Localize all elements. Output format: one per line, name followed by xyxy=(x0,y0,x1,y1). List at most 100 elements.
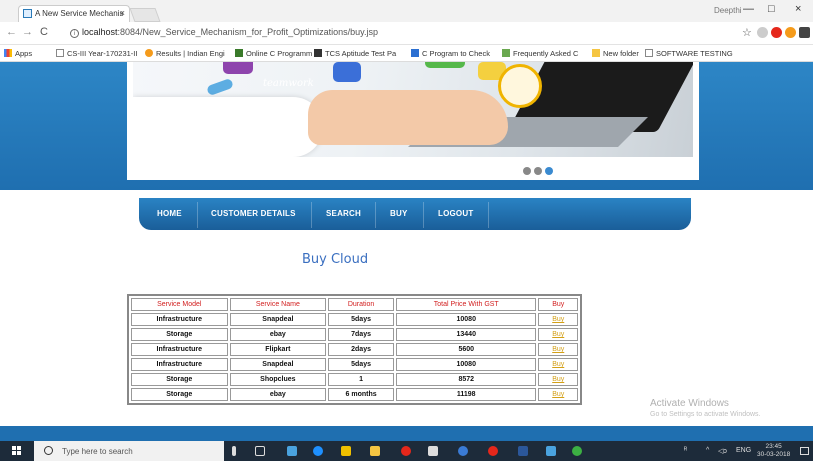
store-icon[interactable] xyxy=(341,446,351,456)
bookmark-item[interactable]: Frequently Asked C xyxy=(502,49,578,58)
tray-chevron-icon[interactable]: ^ xyxy=(706,447,709,454)
word-icon[interactable] xyxy=(518,446,528,456)
volume-icon[interactable]: ◁ɔ xyxy=(718,447,727,455)
buy-link[interactable]: Buy xyxy=(538,313,578,326)
page-favicon-icon xyxy=(23,9,32,18)
app-icon[interactable] xyxy=(546,446,556,456)
taskbar-search-placeholder: Type here to search xyxy=(62,447,133,456)
cell-duration: 7days xyxy=(328,328,394,341)
cell-total-price: 8572 xyxy=(396,373,537,386)
nav-home[interactable]: HOME xyxy=(157,209,182,218)
maximize-button[interactable]: □ xyxy=(768,3,775,15)
opera-icon[interactable] xyxy=(771,27,782,38)
app-icon[interactable] xyxy=(287,446,297,456)
faq-icon xyxy=(502,49,510,57)
nav-separator xyxy=(375,202,376,228)
taskbar-clock[interactable]: 23:45 30-03-2018 xyxy=(757,443,790,459)
banner-image: teamwork xyxy=(133,62,693,157)
cell-service-model: Storage xyxy=(131,328,228,341)
bookmark-item[interactable]: CS-III Year-170231-II xyxy=(56,49,137,58)
results-icon xyxy=(145,49,153,57)
bookmark-item[interactable]: C Program to Check xyxy=(411,49,490,58)
opera-icon[interactable] xyxy=(488,446,498,456)
app-icon[interactable] xyxy=(458,446,468,456)
language-indicator[interactable]: ENG xyxy=(736,447,751,454)
buy-link[interactable]: Buy xyxy=(538,343,578,356)
taskbar-search[interactable]: Type here to search xyxy=(34,441,224,461)
slider-dot-active[interactable] xyxy=(545,167,553,175)
microphone-icon[interactable] xyxy=(232,446,236,456)
browser-user-name[interactable]: Deepthi xyxy=(714,6,742,15)
extension-dark-icon[interactable] xyxy=(799,27,810,38)
cell-total-price: 10080 xyxy=(396,313,537,326)
activate-windows-title: Activate Windows xyxy=(650,398,729,409)
windows-taskbar: Type here to search ᴿ ^ ◁ɔ ENG 23:45 30-… xyxy=(0,441,813,461)
people-icon[interactable]: ᴿ xyxy=(684,447,687,454)
activate-windows-subtitle: Go to Settings to activate Windows. xyxy=(650,411,761,418)
nav-logout[interactable]: LOGOUT xyxy=(438,209,473,218)
cell-service-model: Infrastructure xyxy=(131,358,228,371)
column-header: Service Name xyxy=(229,298,327,311)
app-icon[interactable] xyxy=(572,446,582,456)
bookmark-item[interactable]: SOFTWARE TESTING xyxy=(645,49,733,58)
file-explorer-icon[interactable] xyxy=(370,446,380,456)
back-button[interactable]: ← xyxy=(6,26,17,38)
chrome-icon[interactable] xyxy=(401,446,411,456)
site-info-icon[interactable]: i xyxy=(70,29,79,38)
app-tile-icon xyxy=(333,62,361,82)
bookmark-item[interactable]: Online C Programm xyxy=(235,49,312,58)
table-row: Infrastructure Snapdeal 5days 10080 Buy xyxy=(131,313,578,326)
extension-icon[interactable] xyxy=(757,27,768,38)
new-tab-button[interactable] xyxy=(129,8,161,22)
tab-title: A New Service Mechanis xyxy=(35,9,124,18)
online-c-icon xyxy=(235,49,243,57)
column-header: Duration xyxy=(328,298,394,311)
minimize-button[interactable]: — xyxy=(743,3,754,15)
cell-total-price: 13440 xyxy=(396,328,537,341)
buy-link[interactable]: Buy xyxy=(538,388,578,401)
c-program-icon xyxy=(411,49,419,57)
slider-dot[interactable] xyxy=(534,167,542,175)
address-bar[interactable]: i localhost:8084/New_Service_Mechanism_fo… xyxy=(70,25,740,41)
slider-dot[interactable] xyxy=(523,167,531,175)
mail-icon[interactable] xyxy=(428,446,438,456)
browser-tab[interactable]: A New Service Mechanis × xyxy=(18,5,130,22)
buy-link[interactable]: Buy xyxy=(538,328,578,341)
cell-service-name: Snapdeal xyxy=(229,313,327,326)
table-row: Infrastructure Flipkart 2days 5600 Buy xyxy=(131,343,578,356)
bookmark-item[interactable]: New folder xyxy=(592,49,639,58)
close-window-button[interactable]: × xyxy=(795,3,801,15)
edge-icon[interactable] xyxy=(313,446,323,456)
bookmark-item[interactable]: Results | Indian Engi xyxy=(145,49,225,58)
task-view-icon[interactable] xyxy=(255,446,265,456)
action-center-icon[interactable] xyxy=(800,447,809,455)
bookmarks-bar: Apps CS-III Year-170231-II Results | Ind… xyxy=(0,45,813,62)
banner-slider: teamwork xyxy=(127,62,699,180)
forward-button[interactable]: → xyxy=(22,26,33,38)
table-header-row: Service Model Service Name Duration Tota… xyxy=(131,298,578,311)
tab-close-icon[interactable]: × xyxy=(120,8,125,18)
bookmark-apps[interactable]: Apps xyxy=(4,49,32,58)
nav-search[interactable]: SEARCH xyxy=(326,209,361,218)
extension-orange-icon[interactable] xyxy=(785,27,796,38)
taskbar-time: 23:45 xyxy=(765,443,782,450)
cell-service-model: Storage xyxy=(131,373,228,386)
buy-link[interactable]: Buy xyxy=(538,358,578,371)
buy-link[interactable]: Buy xyxy=(538,373,578,386)
cell-service-name: ebay xyxy=(229,328,327,341)
bookmark-star-icon[interactable]: ☆ xyxy=(742,26,752,39)
bookmark-item[interactable]: TCS Aptitude Test Pa xyxy=(314,49,396,58)
table-row: Storage Shopclues 1 8572 Buy xyxy=(131,373,578,386)
nav-customer-details[interactable]: CUSTOMER DETAILS xyxy=(211,209,296,218)
cell-service-model: Infrastructure xyxy=(131,343,228,356)
page-icon xyxy=(645,49,653,57)
reload-button[interactable]: C xyxy=(40,26,48,38)
column-header: Service Model xyxy=(131,298,228,311)
nav-buy[interactable]: BUY xyxy=(390,209,408,218)
teamwork-label: teamwork xyxy=(263,78,314,89)
nav-separator xyxy=(197,202,198,228)
address-row: ← → C i localhost:8084/New_Service_Mechan… xyxy=(0,22,813,45)
windows-start-icon[interactable] xyxy=(12,446,22,456)
web-page: teamwork HOME CUSTOMER DETAILS SEARCH BU… xyxy=(0,62,813,441)
cell-service-name: Flipkart xyxy=(229,343,327,356)
